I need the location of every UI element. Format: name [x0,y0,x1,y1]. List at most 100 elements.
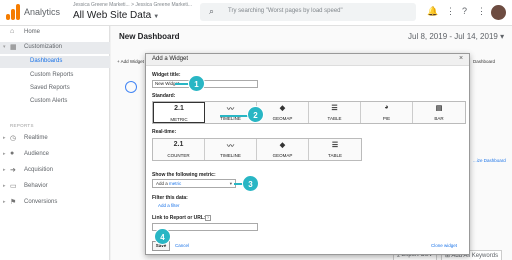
widget-type-label: PIE [382,116,391,121]
widget-type-table[interactable]: ☰ TABLE [309,102,361,123]
widget-type-label: COUNTER [167,153,190,158]
metric-select-link: metric [169,181,182,186]
widget-type-bar[interactable]: ▤ BAR [413,102,465,123]
sidebar: ⌂ Home ▾ ▦ Customization Dashboards Cust… [0,26,110,260]
widget-type-label: TABLE [328,153,342,158]
metric-icon: 2.1 [174,105,184,112]
expand-arrow-icon: ▸ [3,183,6,189]
search-icon: ⌕ [209,6,215,16]
date-range-text: Jul 8, 2019 - Jul 14, 2019 [408,32,498,41]
page-title: New Dashboard [119,32,180,41]
widget-type-counter[interactable]: 2.1 COUNTER [153,139,205,160]
sidebar-item-label: Audience [24,151,50,157]
home-icon: ⌂ [10,28,15,35]
geomap-icon: ◆ [279,142,286,149]
help-icon[interactable]: ? [205,215,211,221]
expand-arrow-icon: ▸ [3,167,6,173]
help-icon[interactable]: ? [462,6,467,16]
search-placeholder: Try searching "Worst pages by load speed… [228,8,343,14]
widget-type-pie[interactable]: ◕ PIE [361,102,413,123]
bar-icon: ▤ [435,105,443,112]
cancel-link[interactable]: Cancel [175,243,189,248]
expand-arrow-icon: ▾ [3,44,6,50]
sidebar-item-label: Dashboards [30,58,63,64]
customize-dashboard-link[interactable]: ...ize Dashboard [473,158,506,163]
view-selector[interactable]: All Web Site Data ▼ [73,10,159,21]
callout-3: 3 [242,175,259,192]
sidebar-item-label: Realtime [24,135,48,141]
widget-type-rt-timeline[interactable]: 〰 TIMELINE [205,139,257,160]
close-icon[interactable]: × [459,55,463,62]
behavior-icon: ▭ [10,183,17,190]
widget-type-label: TIMELINE [220,153,241,158]
callout-4: 4 [154,228,171,245]
sidebar-item-label: Custom Alerts [30,98,68,104]
sidebar-item-custom-reports[interactable]: Custom Reports [0,70,110,82]
sidebar-item-label: Conversions [24,199,58,205]
account-breadcrumb[interactable]: Jessica Greene Marketi... > Jessica Gree… [73,2,192,8]
link-label: Link to Report or URL: [152,215,206,221]
chevron-down-icon: ▾ [500,32,505,41]
app-name: Analytics [24,7,61,17]
dialog-title: Add a Widget [152,56,189,62]
sidebar-item-dashboards[interactable]: Dashboards [0,56,110,68]
sidebar-item-audience[interactable]: ▸ ● Audience [0,149,110,161]
sidebar-item-custom-alerts[interactable]: Custom Alerts [0,96,110,108]
metric-select[interactable]: Add a metric ▾ [152,179,236,188]
person-icon: ● [10,150,15,157]
widget-type-rt-table[interactable]: ☰ TABLE [309,139,361,160]
chevron-down-icon: ▼ [153,14,160,20]
sidebar-item-label: Home [24,29,41,35]
avatar[interactable] [491,5,506,20]
standard-label: Standard: [152,93,176,99]
widget-type-label: METRIC [170,117,188,122]
analytics-logo-icon[interactable] [6,4,20,20]
add-widget-link[interactable]: + Add Widget [117,59,144,64]
geomap-icon: ◆ [279,105,286,112]
sidebar-item-behavior[interactable]: ▸ ▭ Behavior [0,181,110,193]
widget-title-input[interactable]: New Widget [152,80,258,88]
sidebar-item-conversions[interactable]: ▸ ⚑ Conversions [0,197,110,209]
realtime-label: Real-time: [152,129,177,135]
pie-icon: ◕ [384,104,389,111]
clock-icon: ◷ [10,135,17,142]
search-box[interactable]: ⌕ Try searching "Worst pages by load spe… [200,3,416,21]
expand-arrow-icon: ▸ [3,151,6,157]
realtime-widget-types: 2.1 COUNTER 〰 TIMELINE ◆ GEOMAP ☰ TABLE [152,138,362,161]
notifications-icon[interactable]: 🔔 [427,6,438,17]
chevron-down-icon: ▾ [229,181,232,186]
sidebar-item-realtime[interactable]: ▸ ◷ Realtime [0,133,110,145]
view-name: All Web Site Data [73,10,152,21]
widget-type-geomap[interactable]: ◆ GEOMAP [257,102,309,123]
callout-connector [220,115,248,117]
add-filter-link[interactable]: Add a filter [158,203,180,208]
top-bar: Analytics Jessica Greene Marketi... > Je… [0,0,512,26]
dashboard-menu[interactable]: Dashboard [473,59,495,64]
callout-1: 1 [188,75,205,92]
widget-type-label: GEOMAP [272,116,293,121]
more-options-icon[interactable]: ⋮ [477,6,486,17]
apps-grid-icon[interactable]: ⋮ [446,6,455,17]
date-range-picker[interactable]: Jul 8, 2019 - Jul 14, 2019 ▾ [408,32,504,41]
sidebar-item-saved-reports[interactable]: Saved Reports [0,83,110,95]
sidebar-item-label: Behavior [24,183,48,189]
sidebar-item-label: Saved Reports [30,85,70,91]
callout-connector [175,83,189,85]
acquisition-icon: ➜ [10,167,16,174]
sidebar-item-acquisition[interactable]: ▸ ➜ Acquisition [0,165,110,177]
filter-label: Filter this data: [152,195,188,201]
standard-widget-types: 2.1 METRIC 〰 TIMELINE ◆ GEOMAP ☰ TABLE ◕… [152,101,466,124]
widget-type-rt-geomap[interactable]: ◆ GEOMAP [257,139,309,160]
expand-arrow-icon: ▸ [3,135,6,141]
sidebar-item-label: Customization [24,44,63,50]
sidebar-item-customization[interactable]: ▾ ▦ Customization [0,42,110,54]
reports-header: REPORTS [10,123,34,128]
dialog-title-bar: Add a Widget × [146,54,469,66]
widget-type-label: TABLE [327,116,342,121]
sidebar-item-home[interactable]: ⌂ Home [0,27,110,39]
widget-type-metric[interactable]: 2.1 METRIC [153,102,205,123]
widget-type-label: GEOMAP [272,153,293,158]
clone-widget-link[interactable]: Clone widget [431,243,457,248]
sidebar-item-label: Acquisition [24,167,54,173]
expand-arrow-icon: ▸ [3,199,6,205]
